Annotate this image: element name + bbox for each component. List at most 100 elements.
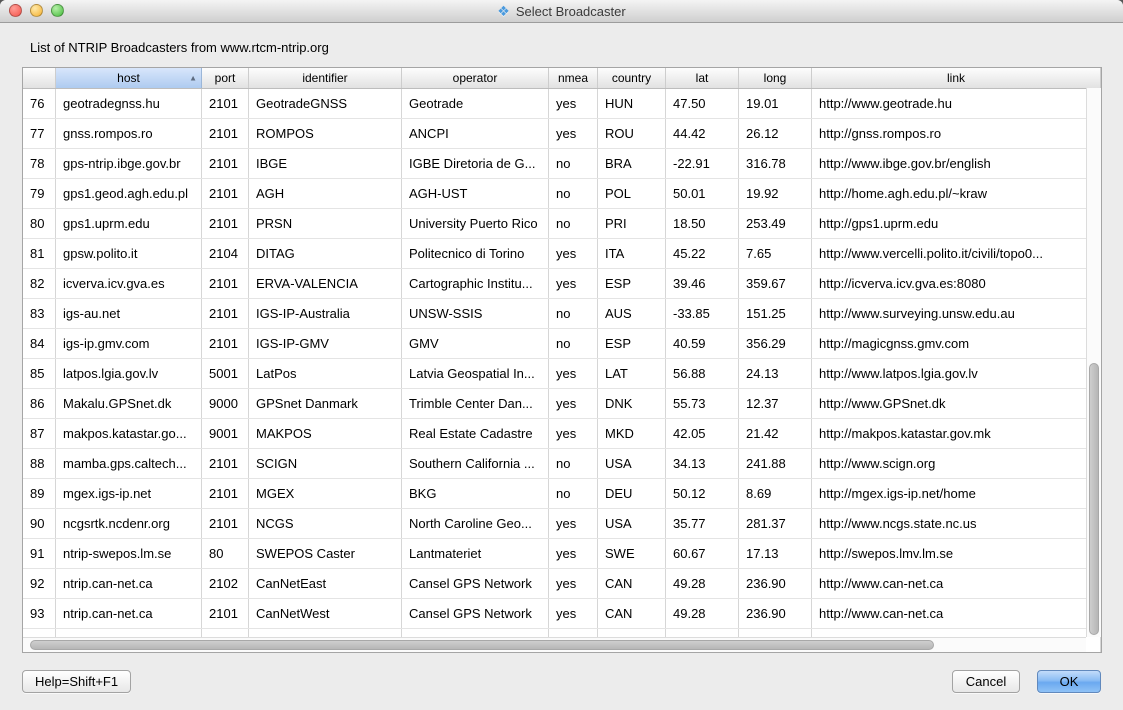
table-row[interactable]: 82icverva.icv.gva.es2101ERVA-VALENCIACar… — [23, 269, 1101, 299]
table-row[interactable]: 77gnss.rompos.ro2101ROMPOSANCPIyesROU44.… — [23, 119, 1101, 149]
cell-link: http://www.vercelli.polito.it/civili/top… — [812, 239, 1101, 268]
cell-identifier: LatPos — [249, 359, 402, 388]
cell-operator: Cansel GPS Network — [402, 599, 549, 628]
cell-country: HUN — [598, 89, 666, 118]
column-header-long[interactable]: long — [739, 68, 812, 88]
table-row[interactable]: 86Makalu.GPSnet.dk9000GPSnet DanmarkTrim… — [23, 389, 1101, 419]
cell-lat: 55.73 — [666, 389, 739, 418]
cell-port: 2101 — [202, 449, 249, 478]
table-row[interactable]: 85latpos.lgia.gov.lv5001LatPosLatvia Geo… — [23, 359, 1101, 389]
table-row[interactable]: 88mamba.gps.caltech...2101SCIGNSouthern … — [23, 449, 1101, 479]
cell-long: 19.01 — [739, 89, 812, 118]
cell-operator: Lantmateriet — [402, 539, 549, 568]
column-header-country[interactable]: country — [598, 68, 666, 88]
table-row[interactable]: 79gps1.geod.agh.edu.pl2101AGHAGH-USTnoPO… — [23, 179, 1101, 209]
table-row[interactable]: 90ncgsrtk.ncdenr.org2101NCGSNorth Caroli… — [23, 509, 1101, 539]
table-row[interactable]: 91ntrip-swepos.lm.se80SWEPOS CasterLantm… — [23, 539, 1101, 569]
column-header-host[interactable]: host▲ — [56, 68, 202, 88]
cell-host: gps-ntrip.ibge.gov.br — [56, 149, 202, 178]
cell-row: 86 — [23, 389, 56, 418]
table-row[interactable]: 83igs-au.net2101IGS-IP-AustraliaUNSW-SSI… — [23, 299, 1101, 329]
column-header-lat[interactable]: lat — [666, 68, 739, 88]
cell-link: http://www.GPSnet.dk — [812, 389, 1101, 418]
cell-nmea: no — [549, 479, 598, 508]
table-row[interactable]: 92ntrip.can-net.ca2102CanNetEastCansel G… — [23, 569, 1101, 599]
sort-ascending-icon: ▲ — [189, 74, 197, 83]
cell-operator: Politecnico di Torino — [402, 239, 549, 268]
table-row[interactable]: 81gpsw.polito.it2104DITAGPolitecnico di … — [23, 239, 1101, 269]
cell-link: http://www.can-net.ca — [812, 569, 1101, 598]
cancel-button[interactable]: Cancel — [952, 670, 1020, 693]
cell-operator: IGBE Diretoria de G... — [402, 149, 549, 178]
cell-link: http://www.ncgs.state.nc.us — [812, 509, 1101, 538]
cell-country: USA — [598, 449, 666, 478]
cell-identifier: SWEPOS Caster — [249, 539, 402, 568]
horizontal-scrollbar[interactable] — [23, 637, 1086, 652]
cell-long: 236.90 — [739, 569, 812, 598]
cell-row: 92 — [23, 569, 56, 598]
cell-lat: 45.22 — [666, 239, 739, 268]
cell-country: CAN — [598, 599, 666, 628]
column-header-row[interactable] — [23, 68, 56, 88]
column-header-port[interactable]: port — [202, 68, 249, 88]
cell-country: DNK — [598, 389, 666, 418]
cell-row: 93 — [23, 599, 56, 628]
cell-host: ntrip.can-net.ca — [56, 599, 202, 628]
cell-identifier: AGH — [249, 179, 402, 208]
cell-nmea: yes — [549, 539, 598, 568]
cell-row: 79 — [23, 179, 56, 208]
table-header: host▲portidentifieroperatornmeacountryla… — [23, 68, 1101, 89]
cell-nmea: no — [549, 179, 598, 208]
cell-nmea: yes — [549, 119, 598, 148]
column-header-identifier[interactable]: identifier — [249, 68, 402, 88]
horizontal-scrollbar-thumb[interactable] — [30, 640, 934, 650]
cell-port: 2101 — [202, 179, 249, 208]
cell-row: 83 — [23, 299, 56, 328]
cell-country: SWE — [598, 539, 666, 568]
cell-lat: 47.50 — [666, 89, 739, 118]
table-row[interactable]: 93ntrip.can-net.ca2101CanNetWestCansel G… — [23, 599, 1101, 629]
column-header-operator[interactable]: operator — [402, 68, 549, 88]
cell-link: http://www.can-net.ca — [812, 599, 1101, 628]
cell-operator: AGH-UST — [402, 179, 549, 208]
cell-row: 85 — [23, 359, 56, 388]
broadcaster-table: host▲portidentifieroperatornmeacountryla… — [22, 67, 1102, 653]
cell-port: 2101 — [202, 209, 249, 238]
vertical-scrollbar-thumb[interactable] — [1089, 363, 1099, 636]
cell-country: AUS — [598, 299, 666, 328]
cell-host: ncgsrtk.ncdenr.org — [56, 509, 202, 538]
vertical-scrollbar[interactable] — [1086, 88, 1101, 637]
cell-port: 2101 — [202, 479, 249, 508]
cell-country: ITA — [598, 239, 666, 268]
table-row[interactable]: 78gps-ntrip.ibge.gov.br2101IBGEIGBE Dire… — [23, 149, 1101, 179]
column-header-link[interactable]: link — [812, 68, 1101, 88]
select-broadcaster-window: ❖ Select Broadcaster List of NTRIP Broad… — [0, 0, 1123, 710]
table-row[interactable]: 80gps1.uprm.edu2101PRSNUniversity Puerto… — [23, 209, 1101, 239]
cell-operator: Southern California ... — [402, 449, 549, 478]
cell-lat: 50.01 — [666, 179, 739, 208]
cell-lat: 49.28 — [666, 569, 739, 598]
table-row[interactable]: 84igs-ip.gmv.com2101IGS-IP-GMVGMVnoESP40… — [23, 329, 1101, 359]
cell-long: 19.92 — [739, 179, 812, 208]
table-row[interactable]: 89mgex.igs-ip.net2101MGEXBKGnoDEU50.128.… — [23, 479, 1101, 509]
cell-row: 77 — [23, 119, 56, 148]
cell-operator: Real Estate Cadastre — [402, 419, 549, 448]
table-row[interactable]: 87makpos.katastar.go...9001MAKPOSReal Es… — [23, 419, 1101, 449]
table-row[interactable]: 76geotradegnss.hu2101GeotradeGNSSGeotrad… — [23, 89, 1101, 119]
cell-nmea: yes — [549, 389, 598, 418]
cell-operator: Geotrade — [402, 89, 549, 118]
cell-country: LAT — [598, 359, 666, 388]
cell-host: icverva.icv.gva.es — [56, 269, 202, 298]
cell-identifier: CanNetWest — [249, 599, 402, 628]
cell-operator: University Puerto Rico — [402, 209, 549, 238]
cell-operator: GMV — [402, 329, 549, 358]
cell-link: http://swepos.lmv.lm.se — [812, 539, 1101, 568]
cell-link: http://gnss.rompos.ro — [812, 119, 1101, 148]
cell-port: 2101 — [202, 329, 249, 358]
ok-button[interactable]: OK — [1037, 670, 1101, 693]
help-button[interactable]: Help=Shift+F1 — [22, 670, 131, 693]
cell-port: 2101 — [202, 269, 249, 298]
cell-lat: 60.67 — [666, 539, 739, 568]
cell-port: 9000 — [202, 389, 249, 418]
column-header-nmea[interactable]: nmea — [549, 68, 598, 88]
